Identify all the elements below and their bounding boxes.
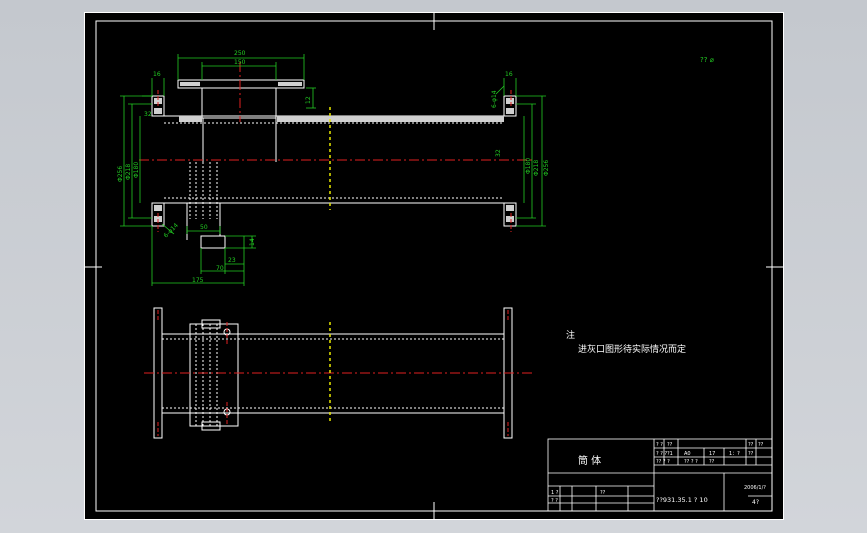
dim-flange-outer: 250 <box>234 50 246 57</box>
dim-hole-right: 6-φ14 <box>491 90 498 108</box>
dim-right-small: 32 <box>495 149 502 157</box>
dim-right-d2: Φ218 <box>533 160 540 176</box>
dim-right-d3: Φ180 <box>525 158 532 174</box>
dim-flange-thick-right: 16 <box>505 71 513 78</box>
cell-l: ?? <box>758 442 764 448</box>
cell-j: ?? <box>709 459 715 465</box>
dim-70: 70 <box>216 265 224 272</box>
dim-flange-thick-left: 16 <box>153 71 161 78</box>
cell-o: ? ? <box>551 498 558 504</box>
roughness-symbol: ?? ⌀ <box>700 56 714 64</box>
cell-k: ?? <box>748 442 754 448</box>
dim-left-d3: Φ180 <box>133 162 140 178</box>
dim-left-d2: Φ218 <box>125 164 132 180</box>
part-name: 筒 体 <box>578 454 601 467</box>
cell-g: 1：? <box>729 451 740 457</box>
dim-slot-height: 14 <box>249 238 256 246</box>
cell-p: ?? <box>600 490 606 496</box>
cad-drawing: 250 150 16 16 12 32 32 Φ256 Φ218 Φ180 Φ2… <box>84 12 784 520</box>
top-view <box>144 307 532 439</box>
front-view: 250 150 16 16 12 32 32 Φ256 Φ218 Φ180 Φ2… <box>117 50 550 286</box>
drawing-date: 2006/1/? <box>744 485 766 491</box>
cell-e: A0 <box>684 451 691 457</box>
cell-f: 17 <box>709 451 715 457</box>
outer-border <box>84 12 784 520</box>
sheet-number: 4? <box>752 499 759 506</box>
dim-flange-gap: 12 <box>305 96 312 104</box>
dim-hole-left: 6-φ14 <box>162 222 180 240</box>
drawing-sheet[interactable]: 250 150 16 16 12 32 32 Φ256 Φ218 Φ180 Φ2… <box>84 12 784 520</box>
inner-border <box>95 20 773 512</box>
cell-h: ?? ? ? <box>656 459 670 465</box>
cell-c: ? ? ? <box>656 451 667 457</box>
drawing-code: ??931.35.1 ? 10 <box>656 496 708 504</box>
cell-b: ?? <box>667 442 673 448</box>
dim-right-d1: Φ256 <box>543 160 550 176</box>
cell-n: 1 ? <box>551 490 559 496</box>
dim-23: 23 <box>228 257 236 264</box>
dim-flange-inner: 150 <box>234 59 246 66</box>
dim-left-small: 32 <box>144 111 152 118</box>
cell-a: ? ? <box>656 442 663 448</box>
note-title: 注 <box>566 329 575 341</box>
cad-viewport[interactable]: 250 150 16 16 12 32 32 Φ256 Φ218 Φ180 Φ2… <box>0 0 867 533</box>
cell-d: ?1 <box>667 451 673 457</box>
title-block: 筒 体 ??931.35.1 ? 10 2006/1/? ? ? ?? ? ? … <box>547 438 773 512</box>
dim-left-d1: Φ256 <box>117 166 124 182</box>
cell-i: ?? ? ? <box>684 459 698 465</box>
note-text: 进灰口图形待实际情况而定 <box>578 343 686 355</box>
dim-opening: 50 <box>200 224 208 231</box>
dim-175: 175 <box>192 277 204 284</box>
cell-m: ?? <box>748 451 754 457</box>
